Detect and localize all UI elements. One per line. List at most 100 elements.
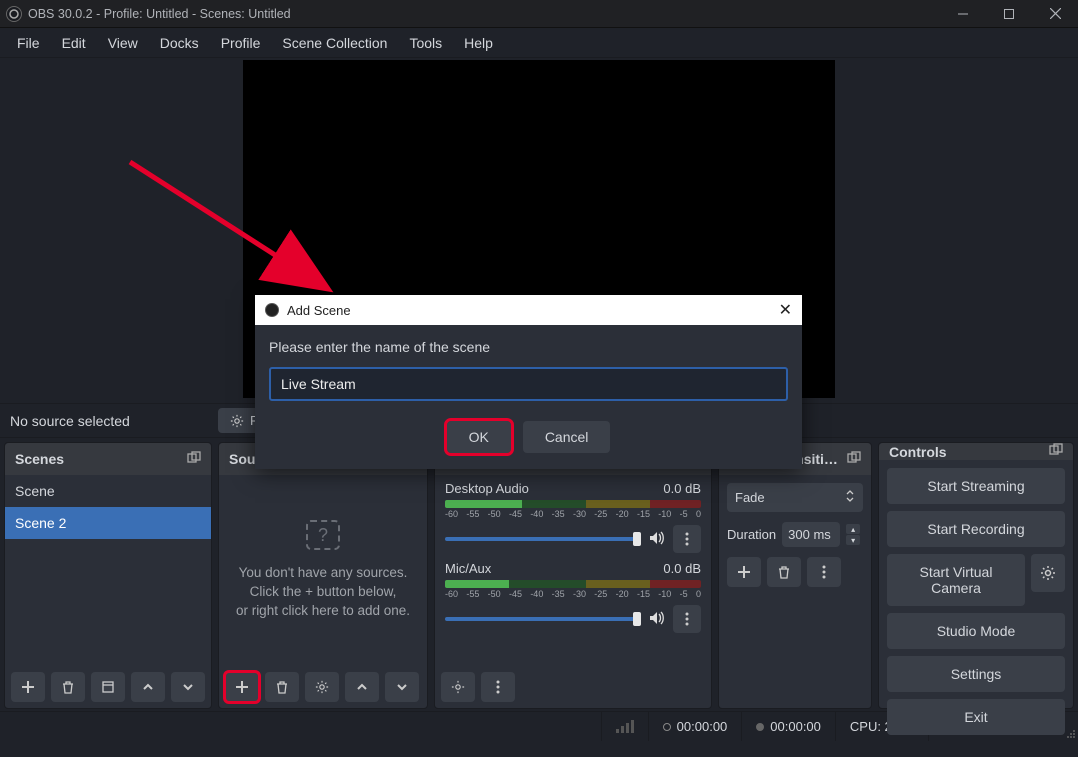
transition-select[interactable]: Fade xyxy=(727,483,863,512)
volume-slider[interactable] xyxy=(445,537,641,541)
menu-file[interactable]: File xyxy=(6,31,51,55)
menubar: File Edit View Docks Profile Scene Colle… xyxy=(0,28,1078,58)
rec-time: 00:00:00 xyxy=(770,719,821,734)
scene-item[interactable]: Scene 2 xyxy=(5,507,211,539)
add-transition-button[interactable] xyxy=(727,557,761,587)
signal-icon xyxy=(616,721,634,733)
mixer-advanced-button[interactable] xyxy=(481,672,515,702)
obs-logo-icon xyxy=(6,6,22,22)
trash-icon xyxy=(61,680,75,694)
docks-container: Scenes Scene Scene 2 Sources xyxy=(0,437,1078,711)
transition-properties-button[interactable] xyxy=(807,557,841,587)
minimize-button[interactable] xyxy=(940,0,986,28)
speaker-icon[interactable] xyxy=(649,611,665,628)
start-recording-button[interactable]: Start Recording xyxy=(887,511,1065,547)
move-down-button[interactable] xyxy=(385,672,419,702)
plus-icon xyxy=(737,565,751,579)
cancel-button[interactable]: Cancel xyxy=(523,421,611,453)
move-up-button[interactable] xyxy=(345,672,379,702)
popout-icon[interactable] xyxy=(1049,443,1063,460)
add-scene-dialog: Add Scene ✕ Please enter the name of the… xyxy=(255,295,802,469)
menu-view[interactable]: View xyxy=(97,31,149,55)
remove-source-button[interactable] xyxy=(265,672,299,702)
audio-meter xyxy=(445,500,701,508)
duration-input[interactable]: 300 ms xyxy=(782,522,840,547)
dialog-close-button[interactable]: ✕ xyxy=(779,300,792,320)
add-scene-button[interactable] xyxy=(11,672,45,702)
meter-ticks: -60-55-50-45-40-35-30-25-20-15-10-50 xyxy=(445,589,701,599)
menu-tools[interactable]: Tools xyxy=(398,31,453,55)
gear-icon xyxy=(315,680,329,694)
plus-icon xyxy=(235,680,249,694)
window-titlebar: OBS 30.0.2 - Profile: Untitled - Scenes:… xyxy=(0,0,1078,28)
volume-slider[interactable] xyxy=(445,617,641,621)
mixer-settings-button[interactable] xyxy=(441,672,475,702)
sources-empty-text: You don't have any sources. xyxy=(239,564,408,583)
start-virtual-camera-button[interactable]: Start Virtual Camera xyxy=(887,554,1025,606)
scene-name-input[interactable] xyxy=(269,367,788,401)
mixer-menu-button[interactable] xyxy=(673,605,701,633)
filter-icon xyxy=(101,680,115,694)
plus-icon xyxy=(21,680,35,694)
chevron-up-icon xyxy=(141,680,155,694)
popout-icon[interactable] xyxy=(847,451,861,468)
mixer-channel-mic: Mic/Aux 0.0 dB -60-55-50-45-40-35-30-25-… xyxy=(435,555,711,635)
studio-mode-button[interactable]: Studio Mode xyxy=(887,613,1065,649)
meter-ticks: -60-55-50-45-40-35-30-25-20-15-10-50 xyxy=(445,509,701,519)
remove-transition-button[interactable] xyxy=(767,557,801,587)
menu-edit[interactable]: Edit xyxy=(51,31,97,55)
dock-controls-title: Controls xyxy=(889,444,947,460)
sources-empty-state[interactable]: ? You don't have any sources. Click the … xyxy=(219,475,427,666)
obs-logo-icon xyxy=(265,303,279,317)
chevron-down-icon xyxy=(395,680,409,694)
menu-profile[interactable]: Profile xyxy=(210,31,272,55)
settings-button[interactable]: Settings xyxy=(887,656,1065,692)
duration-spinner[interactable]: ▴▾ xyxy=(846,524,860,545)
mixer-channel-desktop: Desktop Audio 0.0 dB -60-55-50-45-40-35-… xyxy=(435,475,711,555)
chevron-down-icon xyxy=(181,680,195,694)
kebab-icon xyxy=(822,565,826,579)
menu-help[interactable]: Help xyxy=(453,31,504,55)
transition-mode: Fade xyxy=(735,490,765,505)
status-rec: 00:00:00 xyxy=(741,712,835,741)
ok-button[interactable]: OK xyxy=(447,421,511,453)
dialog-prompt: Please enter the name of the scene xyxy=(269,339,788,355)
start-streaming-button[interactable]: Start Streaming xyxy=(887,468,1065,504)
menu-docks[interactable]: Docks xyxy=(149,31,210,55)
mixer-menu-button[interactable] xyxy=(673,525,701,553)
exit-button[interactable]: Exit xyxy=(887,699,1065,735)
gear-icon xyxy=(230,414,244,428)
move-down-button[interactable] xyxy=(171,672,205,702)
duration-label: Duration xyxy=(727,527,776,542)
dock-transitions: Scene Transiti… Fade Duration 300 ms ▴▾ xyxy=(718,442,872,709)
window-title: OBS 30.0.2 - Profile: Untitled - Scenes:… xyxy=(28,7,291,21)
updown-icon xyxy=(845,489,855,506)
mixer-channel-level: 0.0 dB xyxy=(663,561,701,576)
rec-dot-icon xyxy=(756,723,764,731)
speaker-icon[interactable] xyxy=(649,531,665,548)
kebab-icon xyxy=(496,680,500,694)
question-icon: ? xyxy=(306,520,340,550)
mixer-channel-level: 0.0 dB xyxy=(663,481,701,496)
status-network xyxy=(601,712,648,741)
mixer-channel-name: Desktop Audio xyxy=(445,481,529,496)
virtual-camera-settings-button[interactable] xyxy=(1031,554,1065,592)
dock-sources: Sources ? You don't have any sources. Cl… xyxy=(218,442,428,709)
add-source-button[interactable] xyxy=(225,672,259,702)
close-button[interactable] xyxy=(1032,0,1078,28)
source-properties-button[interactable] xyxy=(305,672,339,702)
kebab-icon xyxy=(685,532,689,546)
gear-icon xyxy=(1040,565,1056,581)
chevron-up-icon xyxy=(355,680,369,694)
popout-icon[interactable] xyxy=(187,451,201,468)
kebab-icon xyxy=(685,612,689,626)
dock-audio-mixer: Audio Mixer Desktop Audio 0.0 dB -60-55-… xyxy=(434,442,712,709)
scene-item[interactable]: Scene xyxy=(5,475,211,507)
remove-scene-button[interactable] xyxy=(51,672,85,702)
scene-filters-button[interactable] xyxy=(91,672,125,702)
menu-scene-collection[interactable]: Scene Collection xyxy=(271,31,398,55)
move-up-button[interactable] xyxy=(131,672,165,702)
dialog-titlebar: Add Scene ✕ xyxy=(255,295,802,325)
maximize-button[interactable] xyxy=(986,0,1032,28)
trash-icon xyxy=(275,680,289,694)
